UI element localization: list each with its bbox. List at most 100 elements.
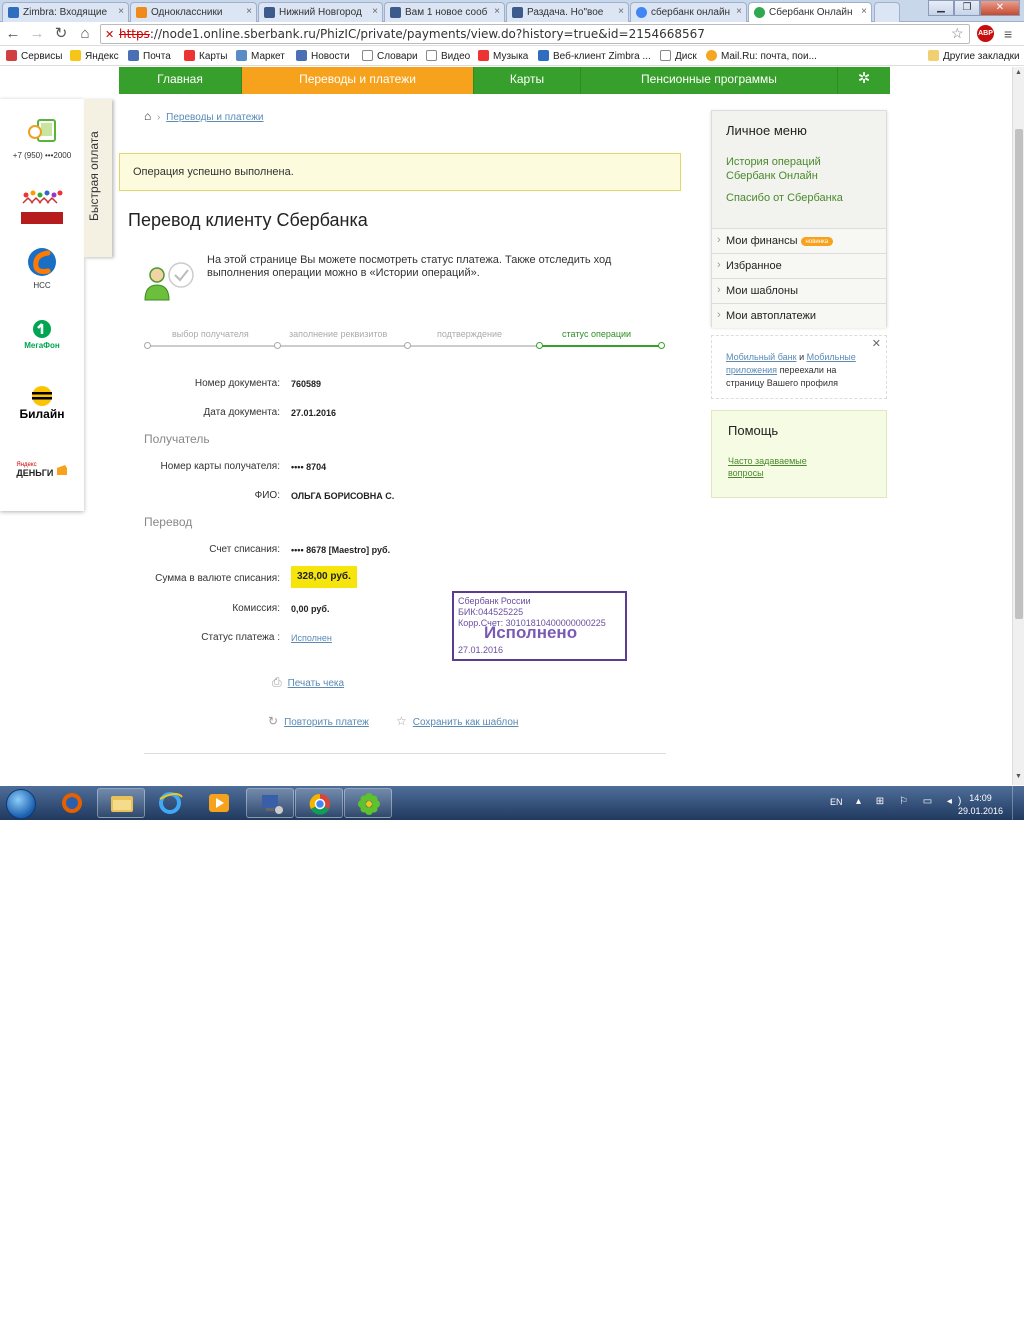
bookmark-item[interactable]: Карты (184, 50, 228, 62)
amount-label: Сумма в валюте списания: (155, 573, 280, 584)
recipient-name-label: ФИО: (254, 490, 280, 501)
maximize-icon[interactable]: ❐ (954, 0, 980, 16)
forward-icon[interactable]: → (28, 25, 46, 43)
quick-pay-phone[interactable]: +7 (950) •••2000 (0, 119, 84, 160)
spasibo-link[interactable]: Спасибо от Сбербанка (726, 191, 843, 205)
browser-tab[interactable]: Одноклассники × (130, 2, 257, 22)
scroll-thumb[interactable] (1015, 129, 1023, 619)
close-icon[interactable]: ✕ (872, 338, 881, 351)
beeline-logo-icon (32, 386, 52, 406)
repeat-payment-button[interactable]: ↻ Повторить платеж (268, 714, 369, 728)
back-icon[interactable]: ← (4, 25, 22, 43)
save-template-button[interactable]: ☆ Сохранить как шаблон (396, 714, 518, 728)
market-icon (236, 50, 247, 61)
close-tab-icon[interactable]: × (494, 6, 500, 17)
nav-transfers[interactable]: Переводы и платежи (242, 67, 474, 94)
media-player-icon[interactable] (195, 788, 243, 818)
amount-value: 328,00 руб. (291, 566, 357, 588)
settings-gear-icon[interactable]: ✲ (838, 67, 890, 94)
bookmark-item[interactable]: Видео (426, 50, 470, 62)
minimize-icon[interactable]: ▁ (928, 0, 954, 16)
browser-tab-active[interactable]: Сбербанк Онлайн × (748, 2, 872, 22)
bookmark-item[interactable]: Сервисы (6, 50, 62, 62)
close-tab-icon[interactable]: × (246, 6, 252, 17)
start-button[interactable] (6, 789, 36, 819)
browser-tab[interactable]: сбербанк онлайн × (630, 2, 747, 22)
language-indicator[interactable]: EN (830, 797, 843, 807)
user-check-icon (144, 262, 194, 301)
browser-tab[interactable]: Вам 1 новое сооб × (384, 2, 505, 22)
address-bar[interactable]: ✕ https://node1.online.sberbank.ru/PhizIC… (100, 24, 970, 44)
nav-home[interactable]: Главная (119, 67, 242, 94)
insecure-lock-icon: ✕ (105, 28, 115, 41)
mobile-bank-link[interactable]: Мобильный банк (726, 352, 797, 362)
close-tab-icon[interactable]: × (736, 6, 742, 17)
bookmark-item[interactable]: Яндекс (70, 50, 119, 62)
new-tab-button[interactable] (874, 2, 900, 22)
print-receipt-button[interactable]: ⎙ Печать чека (272, 675, 344, 690)
close-tab-icon[interactable]: × (618, 6, 624, 17)
quick-pay-tab[interactable]: Быстрая оплата (84, 99, 112, 257)
bookmark-star-icon[interactable]: ☆ (951, 25, 964, 42)
history-link[interactable]: История операций Сбербанк Онлайн (726, 155, 846, 183)
scroll-down-icon[interactable]: ▼ (1015, 773, 1022, 780)
bookmark-item[interactable]: Mail.Ru: почта, пои... (706, 50, 817, 62)
bookmark-item[interactable]: Музыка (478, 50, 528, 62)
breadcrumb-link-transfers[interactable]: Переводы и платежи (166, 112, 263, 123)
icq-icon[interactable] (344, 788, 392, 818)
explorer-icon[interactable] (97, 788, 145, 818)
close-tab-icon[interactable]: × (118, 6, 124, 17)
bookmark-item[interactable]: Словари (362, 50, 418, 62)
menu-favorites[interactable]: Избранное (712, 253, 886, 278)
clock[interactable]: 14:09 29.01.2016 (958, 792, 1003, 818)
yandex-money-wallet-icon (56, 465, 67, 475)
other-bookmarks[interactable]: Другие закладки (928, 50, 1020, 62)
nn-icon (264, 7, 275, 18)
step-dot (274, 342, 281, 349)
quick-pay-nss[interactable]: НСС (0, 245, 84, 290)
bookmark-item[interactable]: Новости (296, 50, 350, 62)
scroll-up-icon[interactable]: ▲ (1015, 69, 1022, 76)
menu-templates[interactable]: Мои шаблоны (712, 278, 886, 303)
browser-tab[interactable]: Zimbra: Входящие × (2, 2, 129, 22)
quick-pay-beeline[interactable]: Билайн (0, 385, 84, 421)
chrome-icon[interactable] (295, 788, 343, 818)
tray-icons[interactable]: ▴ ⊞ ⚐ ▭ ◂) (856, 796, 967, 807)
reload-icon[interactable]: ↻ (52, 25, 70, 43)
quick-pay-megafon[interactable]: МегаФон (0, 319, 84, 350)
notice-box: ✕ Мобильный банк и Мобильные приложения … (711, 335, 887, 399)
quick-pay-dom-ru[interactable] (0, 187, 84, 229)
network-app-icon[interactable] (246, 788, 294, 818)
home-icon[interactable]: ⌂ (144, 109, 151, 123)
browser-tab[interactable]: Нижний Новгород × (258, 2, 383, 22)
browser-toolbar: ← → ↻ ⌂ ✕ https://node1.online.sberbank.r… (0, 22, 1024, 46)
progress-steps: выбор получателя заполнение реквизитов п… (144, 329, 666, 351)
close-tab-icon[interactable]: × (861, 6, 867, 17)
nav-pensions[interactable]: Пенсионные программы (581, 67, 838, 94)
debit-account-value: •••• 8678 [Maestro] руб. (291, 545, 391, 555)
nav-cards[interactable]: Карты (474, 67, 581, 94)
home-icon[interactable]: ⌂ (76, 25, 94, 43)
faq-link[interactable]: Часто задаваемые вопросы (728, 455, 838, 479)
bookmark-item[interactable]: Маркет (236, 50, 285, 62)
menu-autopayments[interactable]: Мои автоплатежи (712, 303, 886, 328)
quick-pay-panel: +7 (950) •••2000 НСС МегаФон Билайн Янде… (0, 99, 84, 511)
bookmark-item[interactable]: Почта (128, 50, 171, 62)
ie-icon[interactable] (146, 788, 194, 818)
browser-tab[interactable]: Раздача. Но"вое × (506, 2, 629, 22)
show-desktop-button[interactable] (1012, 786, 1024, 820)
close-tab-icon[interactable]: × (372, 6, 378, 17)
firefox-icon[interactable] (48, 788, 96, 818)
menu-my-finances[interactable]: Мои финансы новинка (712, 228, 886, 253)
page-icon (660, 50, 671, 61)
menu-icon[interactable]: ≡ (1004, 26, 1012, 42)
bookmark-item[interactable]: Диск (660, 50, 697, 62)
status-link[interactable]: Исполнен (291, 633, 332, 643)
system-tray: EN ▴ ⊞ ⚐ ▭ ◂) 14:09 29.01.2016 (824, 786, 1024, 820)
scrollbar[interactable]: ▲ ▼ (1012, 67, 1024, 785)
recipient-card-value: •••• 8704 (291, 462, 327, 472)
close-window-icon[interactable]: ✕ (980, 0, 1020, 16)
quick-pay-yandex-money[interactable]: Яндекс ДЕНЬГИ (0, 461, 84, 478)
adblock-icon[interactable]: ABP (977, 25, 994, 42)
bookmark-item[interactable]: Веб-клиент Zimbra ... (538, 50, 651, 62)
